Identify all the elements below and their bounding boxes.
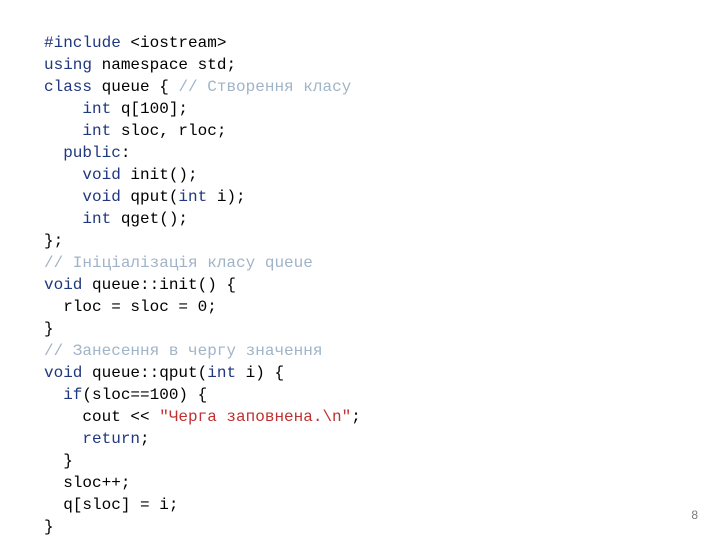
code-token: qput( [121, 188, 179, 206]
code-token: queue::init() { [82, 276, 236, 294]
code-token: int [44, 210, 111, 228]
code-token: class [44, 78, 92, 96]
code-token: sloc++; [44, 474, 130, 492]
code-token: cout << [44, 408, 159, 426]
page-number: 8 [691, 504, 698, 526]
code-token: using [44, 56, 92, 74]
code-token: rloc = sloc = 0; [44, 298, 217, 316]
code-token: } [44, 452, 73, 470]
code-token: void [44, 276, 82, 294]
code-token: namespace std; [92, 56, 236, 74]
code-comment: // Занесення в чергу значення [44, 342, 322, 360]
code-token: q[100]; [111, 100, 188, 118]
slide: #include <iostream> using namespace std;… [0, 0, 720, 540]
code-comment: // Ініціалізація класу queue [44, 254, 313, 272]
code-token: public [44, 144, 121, 162]
code-token: void [44, 188, 121, 206]
code-token: } [44, 320, 54, 338]
code-token: return [44, 430, 140, 448]
code-token: ; [140, 430, 150, 448]
code-token: i); [207, 188, 245, 206]
code-string: "Черга заповнена.\n" [159, 408, 351, 426]
code-token: } [44, 518, 54, 536]
code-token: qget(); [111, 210, 188, 228]
code-token: init(); [121, 166, 198, 184]
code-token: }; [44, 232, 63, 250]
code-token: int [178, 188, 207, 206]
code-comment: // Створення класу [178, 78, 351, 96]
code-token: queue { [92, 78, 178, 96]
code-token: i) { [236, 364, 284, 382]
code-token: q[sloc] = i; [44, 496, 178, 514]
code-block: #include <iostream> using namespace std;… [44, 10, 676, 538]
code-token: #include [44, 34, 130, 52]
code-token: <iostream> [130, 34, 226, 52]
code-token: int [44, 122, 111, 140]
code-token: void [44, 364, 82, 382]
code-token: ; [351, 408, 361, 426]
code-token: (sloc==100) { [82, 386, 207, 404]
code-token: : [121, 144, 131, 162]
code-token: void [44, 166, 121, 184]
code-token: if [44, 386, 82, 404]
code-token: sloc, rloc; [111, 122, 226, 140]
code-token: queue::qput( [82, 364, 207, 382]
code-token: int [44, 100, 111, 118]
code-token: int [207, 364, 236, 382]
